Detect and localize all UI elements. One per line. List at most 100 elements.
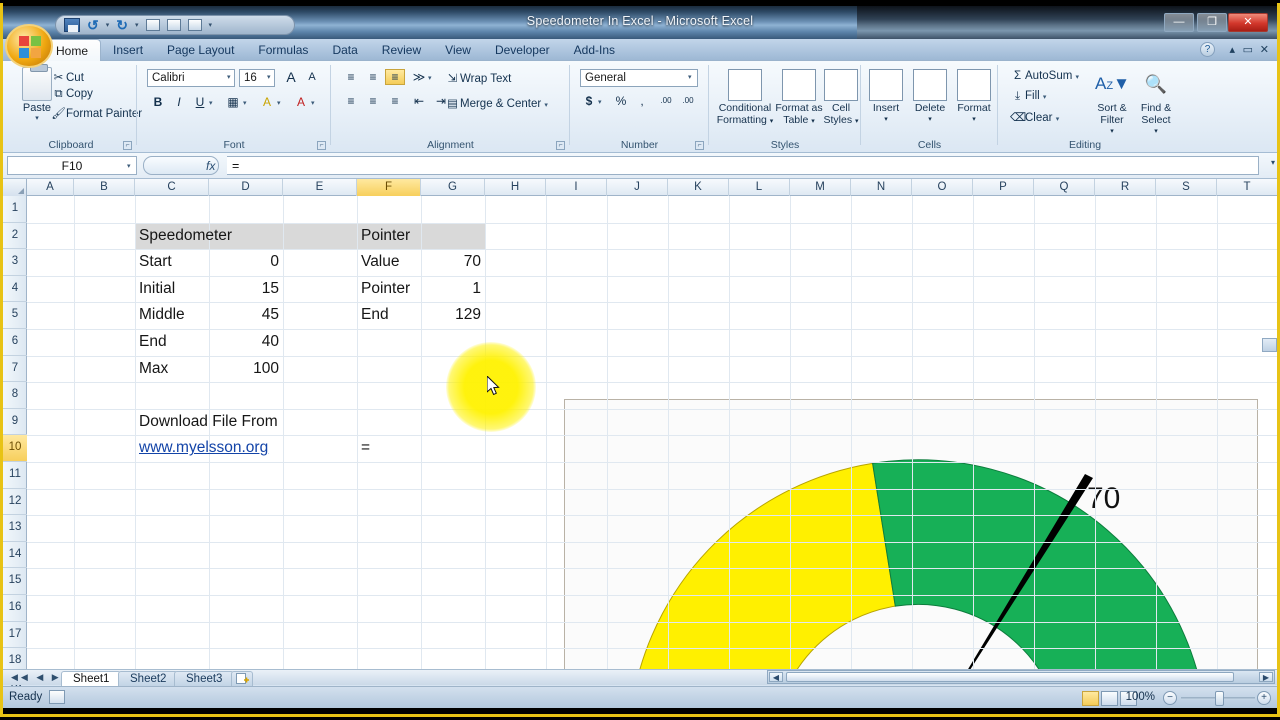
column-header-F[interactable]: F <box>357 179 421 196</box>
decrease-decimal-button[interactable]: .00 <box>678 95 698 106</box>
font-dialog-launcher[interactable]: ⌐ <box>317 141 326 150</box>
cell-C4[interactable]: Initial <box>139 276 205 302</box>
column-header-A[interactable]: A <box>27 179 74 196</box>
fill-button[interactable]: ⤓Fill ▾ <box>1010 90 1046 103</box>
format-as-table-button[interactable]: Format as Table ▾ <box>773 67 825 128</box>
undo-icon[interactable]: ↺ <box>87 18 99 32</box>
minimize-ribbon-icon[interactable]: ▴ <box>1229 43 1235 56</box>
scroll-right-icon[interactable]: ▶ <box>1259 672 1273 682</box>
page-layout-view-icon[interactable] <box>1101 691 1118 706</box>
close-button[interactable]: ✕ <box>1228 13 1268 32</box>
row-header-6[interactable]: 6 <box>3 329 27 356</box>
select-all-corner[interactable] <box>3 179 27 196</box>
sheet-tab-sheet1[interactable]: Sheet1 <box>61 671 121 686</box>
ribbon-tab-formulas[interactable]: Formulas <box>246 39 320 61</box>
merge-center-button[interactable]: ▤Merge & Center ▾ <box>445 96 548 110</box>
spelling-icon[interactable] <box>167 19 181 31</box>
currency-caret-icon[interactable]: ▾ <box>598 98 602 106</box>
align-center-icon[interactable]: ≡ <box>363 93 383 109</box>
row-header-11[interactable]: 11 <box>3 462 27 489</box>
fill-color-button[interactable]: A <box>257 94 277 110</box>
name-box[interactable]: F10 <box>7 156 137 175</box>
font-size-caret-icon[interactable]: ▾ <box>267 73 271 81</box>
cell-G4[interactable]: 1 <box>425 276 481 302</box>
column-header-H[interactable]: H <box>485 179 546 196</box>
column-header-I[interactable]: I <box>546 179 607 196</box>
font-color-caret-icon[interactable]: ▾ <box>311 99 315 107</box>
borders-caret-icon[interactable]: ▾ <box>243 99 247 107</box>
number-format-select[interactable]: General <box>580 69 698 87</box>
cut-button[interactable]: ✂Cut <box>51 70 84 84</box>
column-header-G[interactable]: G <box>421 179 485 196</box>
zoom-out-button[interactable]: − <box>1163 691 1177 705</box>
cell-D3[interactable]: 0 <box>213 249 279 275</box>
qat-customize-icon[interactable]: ▾ <box>209 21 213 29</box>
row-header-1[interactable]: 1 <box>3 196 27 223</box>
column-header-J[interactable]: J <box>607 179 668 196</box>
percent-button[interactable]: % <box>612 93 630 109</box>
clipboard-dialog-launcher[interactable]: ⌐ <box>123 141 132 150</box>
find-select-button[interactable]: 🔍 Find & Select▾ <box>1134 67 1178 138</box>
bold-button[interactable]: B <box>149 94 167 110</box>
currency-button[interactable]: $ <box>580 93 598 109</box>
wrap-text-button[interactable]: ⇲Wrap Text <box>445 71 511 85</box>
ribbon-tab-review[interactable]: Review <box>370 39 433 61</box>
save-icon[interactable] <box>64 18 80 32</box>
column-header-E[interactable]: E <box>283 179 357 196</box>
row-header-5[interactable]: 5 <box>3 302 27 329</box>
row-header-14[interactable]: 14 <box>3 542 27 569</box>
redo-icon[interactable]: ↻ <box>116 18 128 32</box>
row-header-12[interactable]: 12 <box>3 489 27 516</box>
format-painter-button[interactable]: 🖌Format Painter <box>51 106 142 120</box>
copy-button[interactable]: ⧉Copy <box>51 88 93 101</box>
restore-window-icon[interactable]: ▭ <box>1243 43 1253 56</box>
formula-input[interactable]: = <box>227 156 1259 175</box>
help-icon[interactable]: ? <box>1200 42 1215 57</box>
cell-F5[interactable]: End <box>361 302 417 328</box>
new-sheet-icon[interactable] <box>231 671 253 686</box>
insert-cells-button[interactable]: Insert▾ <box>865 67 907 126</box>
ribbon-tab-developer[interactable]: Developer <box>483 39 562 61</box>
row-header-13[interactable]: 13 <box>3 515 27 542</box>
sheet-tab-sheet3[interactable]: Sheet3 <box>174 671 234 686</box>
nav-first-icon[interactable]: ◀◀ <box>11 672 31 682</box>
cell-D6[interactable]: 40 <box>213 329 279 355</box>
column-header-R[interactable]: R <box>1095 179 1156 196</box>
row-header-9[interactable]: 9 <box>3 409 27 436</box>
comma-button[interactable]: , <box>634 93 650 109</box>
number-dialog-launcher[interactable]: ⌐ <box>695 141 704 150</box>
row-header-3[interactable]: 3 <box>3 249 27 276</box>
delete-cells-button[interactable]: Delete▾ <box>909 67 951 126</box>
quick-print-icon[interactable] <box>188 19 202 31</box>
column-header-Q[interactable]: Q <box>1034 179 1095 196</box>
row-header-16[interactable]: 16 <box>3 595 27 622</box>
column-header-N[interactable]: N <box>851 179 912 196</box>
ribbon-tab-data[interactable]: Data <box>320 39 369 61</box>
decrease-indent-icon[interactable]: ⇤ <box>409 93 429 109</box>
cell-C9[interactable]: Download File From <box>139 409 379 435</box>
increase-decimal-button[interactable]: .00 <box>656 95 676 106</box>
cell-D5[interactable]: 45 <box>213 302 279 328</box>
sort-filter-button[interactable]: AZ▼ Sort & Filter▾ <box>1090 67 1134 138</box>
sheet-tab-sheet2[interactable]: Sheet2 <box>118 671 178 686</box>
alignment-dialog-launcher[interactable]: ⌐ <box>556 141 565 150</box>
ribbon-tab-view[interactable]: View <box>433 39 483 61</box>
font-name-caret-icon[interactable]: ▾ <box>227 73 231 81</box>
column-header-O[interactable]: O <box>912 179 973 196</box>
column-header-D[interactable]: D <box>209 179 283 196</box>
align-top-icon[interactable]: ≡ <box>341 69 361 85</box>
cell-styles-button[interactable]: Cell Styles ▾ <box>821 67 861 128</box>
cell-F2[interactable]: Pointer <box>361 223 417 249</box>
cell-D4[interactable]: 15 <box>213 276 279 302</box>
autosum-button[interactable]: ΣAutoSum ▾ <box>1010 70 1079 82</box>
cell-C6[interactable]: End <box>139 329 205 355</box>
conditional-formatting-button[interactable]: Conditional Formatting ▾ <box>713 67 777 128</box>
cell-F4[interactable]: Pointer <box>361 276 417 302</box>
align-left-icon[interactable]: ≡ <box>341 93 361 109</box>
row-header-4[interactable]: 4 <box>3 276 27 303</box>
maximize-button[interactable]: ❐ <box>1197 13 1227 32</box>
print-preview-icon[interactable] <box>146 19 160 31</box>
clear-button[interactable]: ⌫Clear ▾ <box>1010 110 1059 124</box>
row-header-8[interactable]: 8 <box>3 382 27 409</box>
row-header-15[interactable]: 15 <box>3 568 27 595</box>
